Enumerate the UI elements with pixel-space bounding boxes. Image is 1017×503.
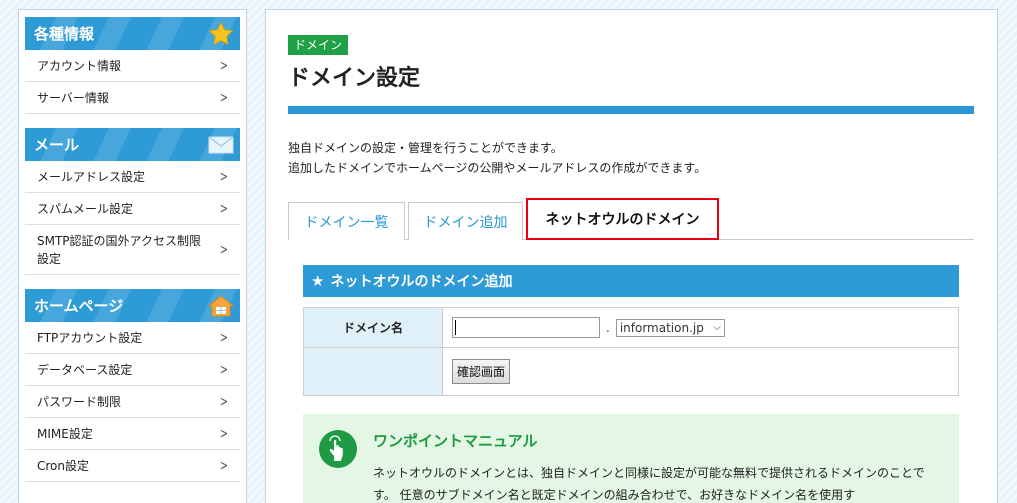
sidebar-item-label: サーバー情報 [37, 91, 109, 105]
sidebar-item-cron[interactable]: Cron設定 > [25, 450, 240, 482]
tab-domain-list[interactable]: ドメイン一覧 [288, 202, 405, 240]
category-badge: ドメイン [288, 35, 349, 55]
sidebar-item-label: スパムメール設定 [37, 202, 134, 216]
sidebar-item-label: データベース設定 [37, 363, 133, 377]
chevron-right-icon: > [220, 57, 229, 74]
sidebar-item-label: メールアドレス設定 [37, 170, 146, 184]
domain-form-table: ドメイン名 . information.jp ⌵ 確認画面 [303, 307, 959, 396]
chevron-right-icon: > [220, 89, 229, 106]
chevron-right-icon: > [220, 361, 229, 378]
description-line: 独自ドメインの設定・管理を行うことができます。 [288, 141, 563, 155]
mail-icon [208, 132, 234, 158]
tab-domain-add[interactable]: ドメイン追加 [408, 202, 523, 240]
star-icon: ★ [311, 272, 325, 290]
chevron-right-icon: > [220, 393, 229, 410]
tips-body: ネットオウルのドメインとは、独自ドメインと同様に設定が可能な無料で提供されるドメ… [373, 466, 925, 502]
page-title: ドメイン設定 [288, 66, 421, 91]
pointing-hand-icon [319, 430, 357, 468]
section-header: ★ ネットオウルのドメイン追加 [303, 265, 959, 297]
main-panel: ドメイン ドメイン設定 独自ドメインの設定・管理を行うことができます。 追加した… [265, 9, 998, 503]
sidebar-item-spam-mail[interactable]: スパムメール設定 > [25, 193, 240, 225]
domain-select[interactable]: information.jp ⌵ [615, 318, 725, 337]
chevron-right-icon: > [220, 241, 229, 258]
tips-title: ワンポイントマニュアル [373, 432, 538, 450]
sidebar-section-title: 各種情報 [34, 25, 95, 43]
confirm-button[interactable]: 確認画面 [452, 359, 511, 384]
sidebar-item-label: MIME設定 [37, 427, 93, 441]
sidebar-section-homepage: ホームページ [25, 289, 240, 322]
sidebar-item-label: Cron設定 [37, 459, 89, 473]
empty-label-cell [303, 347, 443, 396]
sidebar-item-mail-address[interactable]: メールアドレス設定 > [25, 161, 240, 193]
sidebar-section-title: メール [34, 136, 80, 154]
domain-select-value: information.jp [619, 320, 704, 335]
text-cursor [455, 320, 456, 335]
star-icon [208, 21, 234, 47]
sidebar-item-account[interactable]: アカウント情報 > [25, 50, 240, 82]
sidebar-section-mail: メール [25, 128, 240, 161]
tips-box: ワンポイントマニュアル ネットオウルのドメインとは、独自ドメインと同様に設定が可… [303, 414, 959, 503]
page-description: 独自ドメインの設定・管理を行うことができます。 追加したドメインでホームページの… [288, 138, 706, 178]
sidebar-section-info: 各種情報 [25, 17, 240, 50]
sidebar-item-smtp[interactable]: SMTP認証の国外アクセス制限設定 > [25, 225, 240, 275]
domain-name-label: ドメイン名 [303, 307, 443, 348]
tab-bar: ドメイン一覧 ドメイン追加 ネットオウルのドメイン [288, 198, 974, 240]
chevron-down-icon: ⌵ [713, 322, 721, 333]
sidebar-item-ftp[interactable]: FTPアカウント設定 > [25, 322, 240, 354]
sidebar-item-server[interactable]: サーバー情報 > [25, 82, 240, 114]
sidebar-item-password[interactable]: パスワード制限 > [25, 386, 240, 418]
chevron-right-icon: > [220, 457, 229, 474]
sidebar-section-title: ホームページ [34, 297, 124, 315]
title-underline [288, 106, 974, 114]
chevron-right-icon: > [220, 425, 229, 442]
domain-name-input[interactable] [452, 317, 600, 338]
sidebar-item-label: FTPアカウント設定 [37, 331, 143, 345]
sidebar-item-database[interactable]: データベース設定 > [25, 354, 240, 386]
sidebar: 各種情報 アカウント情報 > サーバー情報 > メール メールアドレス設定 > … [18, 9, 247, 503]
chevron-right-icon: > [220, 168, 229, 185]
domain-separator: . [606, 320, 610, 335]
sidebar-item-label: アカウント情報 [37, 59, 122, 73]
chevron-right-icon: > [220, 200, 229, 217]
section-title: ネットオウルのドメイン追加 [330, 274, 513, 290]
description-line: 追加したドメインでホームページの公開やメールアドレスの作成ができます。 [288, 161, 707, 175]
sidebar-item-label: SMTP認証の国外アクセス制限設定 [37, 233, 201, 266]
sidebar-item-label: パスワード制限 [37, 395, 122, 409]
house-icon [208, 293, 234, 319]
sidebar-item-mime[interactable]: MIME設定 > [25, 418, 240, 450]
tab-netowl-domain[interactable]: ネットオウルのドメイン [526, 198, 719, 240]
chevron-right-icon: > [220, 329, 229, 346]
